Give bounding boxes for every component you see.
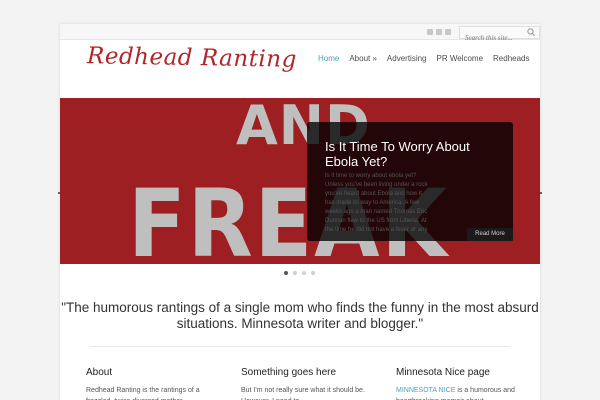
page-container: Redhead Ranting Home About » Advertising… bbox=[60, 24, 540, 400]
nav-item-advertising[interactable]: Advertising bbox=[387, 54, 427, 63]
widget-title: Something goes here bbox=[241, 367, 337, 378]
site-logo[interactable]: Redhead Ranting bbox=[87, 43, 297, 73]
widget-text: But I'm not really sure what it should b… bbox=[241, 387, 365, 400]
widget-title: Minnesota Nice page bbox=[396, 367, 490, 378]
slide-title[interactable]: Is It Time To Worry About Ebola Yet? bbox=[325, 139, 505, 169]
main-nav: Home About » Advertising PR Welcome Redh… bbox=[318, 54, 530, 63]
facebook-icon[interactable] bbox=[436, 29, 442, 35]
search-box bbox=[459, 26, 540, 44]
social-icons bbox=[427, 29, 451, 35]
nav-item-home[interactable]: Home bbox=[318, 54, 339, 63]
widget-something: Something goes here But I'm not really s… bbox=[241, 367, 376, 400]
slide-caption: Is It Time To Worry About Ebola Yet? Is … bbox=[307, 122, 513, 241]
top-bar bbox=[60, 24, 540, 44]
rss-icon[interactable] bbox=[445, 29, 451, 35]
right-edge-mark bbox=[540, 192, 542, 194]
widget-minnesota-nice: Minnesota Nice page MINNESOTA NICE is a … bbox=[396, 367, 531, 400]
slider-dot[interactable] bbox=[302, 271, 306, 275]
featured-slider[interactable]: AND FREAK Is It Time To Worry About Ebol… bbox=[60, 98, 540, 264]
slider-dot[interactable] bbox=[311, 271, 315, 275]
slide-excerpt: Is it time to worry about ebola yet? Unl… bbox=[325, 173, 428, 233]
nav-item-pr-welcome[interactable]: PR Welcome bbox=[437, 54, 484, 63]
widget-title: About bbox=[86, 367, 113, 378]
nav-item-about[interactable]: About » bbox=[349, 54, 377, 63]
twitter-icon[interactable] bbox=[427, 29, 433, 35]
section-divider bbox=[90, 346, 510, 347]
slider-pagination bbox=[284, 271, 315, 275]
nav-item-redheads[interactable]: Redheads bbox=[493, 54, 529, 63]
read-more-button[interactable]: Read More bbox=[467, 228, 513, 241]
slider-dot[interactable] bbox=[293, 271, 297, 275]
widget-text: MINNESOTA NICE is a humorous and heartbr… bbox=[396, 385, 531, 400]
slider-dot[interactable] bbox=[284, 271, 288, 275]
site-tagline: "The humorous rantings of a single mom w… bbox=[61, 300, 539, 331]
search-icon[interactable] bbox=[526, 27, 536, 38]
widget-text: Redhead Ranting is the rantings of a fra… bbox=[86, 387, 200, 400]
search-input[interactable] bbox=[460, 32, 527, 44]
minnesota-nice-link[interactable]: MINNESOTA NICE bbox=[396, 387, 455, 394]
widget-about: About Redhead Ranting is the rantings of… bbox=[86, 367, 221, 400]
